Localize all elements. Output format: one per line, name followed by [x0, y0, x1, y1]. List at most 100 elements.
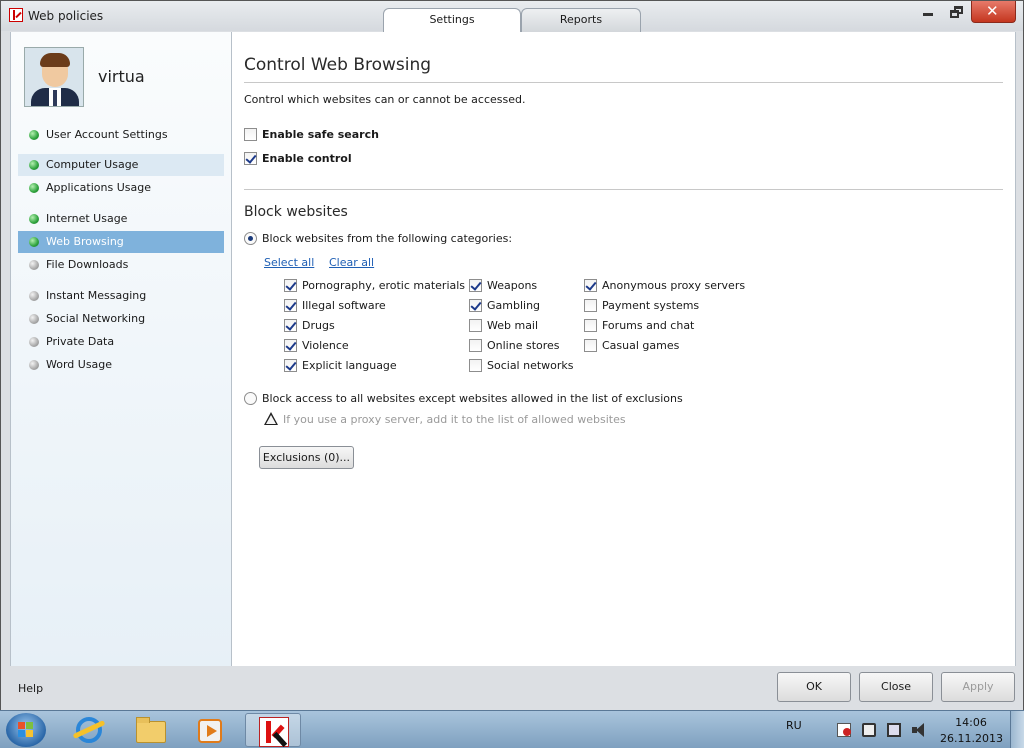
- tab-reports[interactable]: Reports: [521, 8, 641, 32]
- safe-search-label[interactable]: Enable safe search: [262, 128, 379, 141]
- status-green-icon: [29, 183, 39, 193]
- sidebar-item-label: Social Networking: [46, 312, 146, 325]
- app-window: Web policies Settings Reports ✕ virtua U…: [0, 0, 1024, 710]
- safe-search-checkbox[interactable]: [244, 128, 257, 141]
- show-desktop-button[interactable]: [1010, 711, 1024, 748]
- sidebar-item-web-browsing[interactable]: Web Browsing: [18, 231, 224, 253]
- clock-time: 14:06: [955, 716, 987, 729]
- category-label[interactable]: Gambling: [487, 299, 540, 312]
- help-link[interactable]: Help: [18, 682, 43, 695]
- category-label[interactable]: Violence: [302, 339, 349, 352]
- sidebar-item-instant-messaging[interactable]: Instant Messaging: [18, 285, 224, 307]
- category-label[interactable]: Anonymous proxy servers: [602, 279, 745, 292]
- status-green-icon: [29, 214, 39, 224]
- clock[interactable]: 14:06 26.11.2013: [940, 715, 1003, 747]
- select-all-link[interactable]: Select all: [264, 256, 314, 269]
- windows-logo-part: [26, 722, 33, 729]
- taskbar-explorer[interactable]: [122, 713, 178, 747]
- status-green-icon: [29, 130, 39, 140]
- main-panel: Control Web Browsing Control which websi…: [232, 32, 1016, 666]
- category-label[interactable]: Casual games: [602, 339, 679, 352]
- taskbar: RU 14:06 26.11.2013: [0, 710, 1024, 748]
- language-indicator[interactable]: RU: [786, 719, 802, 732]
- taskbar-internet-explorer[interactable]: [60, 713, 116, 747]
- status-gray-icon: [29, 291, 39, 301]
- network-icon[interactable]: [887, 723, 901, 737]
- category-checkbox-illegal-software[interactable]: [284, 299, 297, 312]
- taskbar-kaspersky[interactable]: [245, 713, 301, 748]
- ok-button[interactable]: OK: [777, 672, 851, 702]
- close-window-button[interactable]: ✕: [971, 1, 1016, 23]
- category-checkbox-online-stores[interactable]: [469, 339, 482, 352]
- sidebar-item-word-usage[interactable]: Word Usage: [18, 354, 224, 376]
- sidebar-item-label: Private Data: [46, 335, 115, 348]
- sidebar-item-private-data[interactable]: Private Data: [18, 331, 224, 353]
- close-button[interactable]: Close: [859, 672, 933, 702]
- category-checkbox-weapons[interactable]: [469, 279, 482, 292]
- sidebar-item-label: Web Browsing: [46, 235, 124, 248]
- category-label[interactable]: Online stores: [487, 339, 560, 352]
- action-center-icon[interactable]: [837, 723, 851, 737]
- category-checkbox-drugs[interactable]: [284, 319, 297, 332]
- category-checkbox-payment-systems[interactable]: [584, 299, 597, 312]
- volume-icon[interactable]: [912, 723, 926, 737]
- folder-icon: [136, 717, 166, 743]
- tab-settings[interactable]: Settings: [383, 8, 521, 32]
- category-checkbox-pornography[interactable]: [284, 279, 297, 292]
- status-gray-icon: [29, 337, 39, 347]
- sidebar-item-user-account-settings[interactable]: User Account Settings: [18, 124, 224, 146]
- restore-icon-back: [950, 10, 959, 18]
- title-bar[interactable]: Web policies Settings Reports ✕: [1, 1, 1023, 32]
- sidebar-item-label: Instant Messaging: [46, 289, 147, 302]
- category-checkbox-anonymous-proxy[interactable]: [584, 279, 597, 292]
- sidebar-item-label: Word Usage: [46, 358, 113, 371]
- category-checkbox-forums-chat[interactable]: [584, 319, 597, 332]
- category-label[interactable]: Drugs: [302, 319, 335, 332]
- category-checkbox-violence[interactable]: [284, 339, 297, 352]
- category-checkbox-social-networks[interactable]: [469, 359, 482, 372]
- enable-control-label[interactable]: Enable control: [262, 152, 352, 165]
- sidebar-item-internet-usage[interactable]: Internet Usage: [18, 208, 224, 230]
- category-checkbox-explicit-language[interactable]: [284, 359, 297, 372]
- status-gray-icon: [29, 314, 39, 324]
- sidebar-item-social-networking[interactable]: Social Networking: [18, 308, 224, 330]
- start-button[interactable]: [6, 713, 46, 747]
- category-label[interactable]: Social networks: [487, 359, 574, 372]
- block-all-label[interactable]: Block access to all websites except webs…: [262, 392, 683, 405]
- category-label[interactable]: Web mail: [487, 319, 538, 332]
- sidebar-item-label: Applications Usage: [46, 181, 151, 194]
- block-categories-radio[interactable]: [244, 232, 257, 245]
- taskbar-media-player[interactable]: [182, 713, 238, 747]
- sidebar: virtua User Account Settings Computer Us…: [10, 32, 232, 666]
- category-label[interactable]: Explicit language: [302, 359, 397, 372]
- avatar-hair: [40, 53, 70, 67]
- clear-all-link[interactable]: Clear all: [329, 256, 374, 269]
- sidebar-item-label: Computer Usage: [46, 158, 139, 171]
- close-icon: ✕: [986, 2, 999, 20]
- exclusions-button[interactable]: Exclusions (0)...: [259, 446, 354, 469]
- sidebar-item-file-downloads[interactable]: File Downloads: [18, 254, 224, 276]
- enable-control-checkbox[interactable]: [244, 152, 257, 165]
- sidebar-item-computer-usage[interactable]: Computer Usage: [18, 154, 224, 176]
- category-checkbox-casual-games[interactable]: [584, 339, 597, 352]
- category-label[interactable]: Pornography, erotic materials: [302, 279, 465, 292]
- sidebar-item-applications-usage[interactable]: Applications Usage: [18, 177, 224, 199]
- safely-remove-hardware-icon[interactable]: [862, 723, 876, 737]
- category-checkbox-gambling[interactable]: [469, 299, 482, 312]
- sidebar-item-label: Internet Usage: [46, 212, 128, 225]
- block-categories-label[interactable]: Block websites from the following catego…: [262, 232, 512, 245]
- restore-button[interactable]: [942, 1, 970, 23]
- block-all-radio[interactable]: [244, 392, 257, 405]
- kaspersky-icon: [259, 717, 289, 748]
- apply-button[interactable]: Apply: [941, 672, 1015, 702]
- minimize-button[interactable]: [914, 1, 942, 23]
- category-label[interactable]: Weapons: [487, 279, 537, 292]
- category-checkbox-web-mail[interactable]: [469, 319, 482, 332]
- page-title: Control Web Browsing: [244, 55, 432, 75]
- clock-date: 26.11.2013: [940, 732, 1003, 745]
- category-label[interactable]: Illegal software: [302, 299, 386, 312]
- proxy-warning-text: If you use a proxy server, add it to the…: [283, 413, 626, 426]
- category-label[interactable]: Payment systems: [602, 299, 699, 312]
- internet-explorer-icon: [76, 717, 102, 743]
- category-label[interactable]: Forums and chat: [602, 319, 694, 332]
